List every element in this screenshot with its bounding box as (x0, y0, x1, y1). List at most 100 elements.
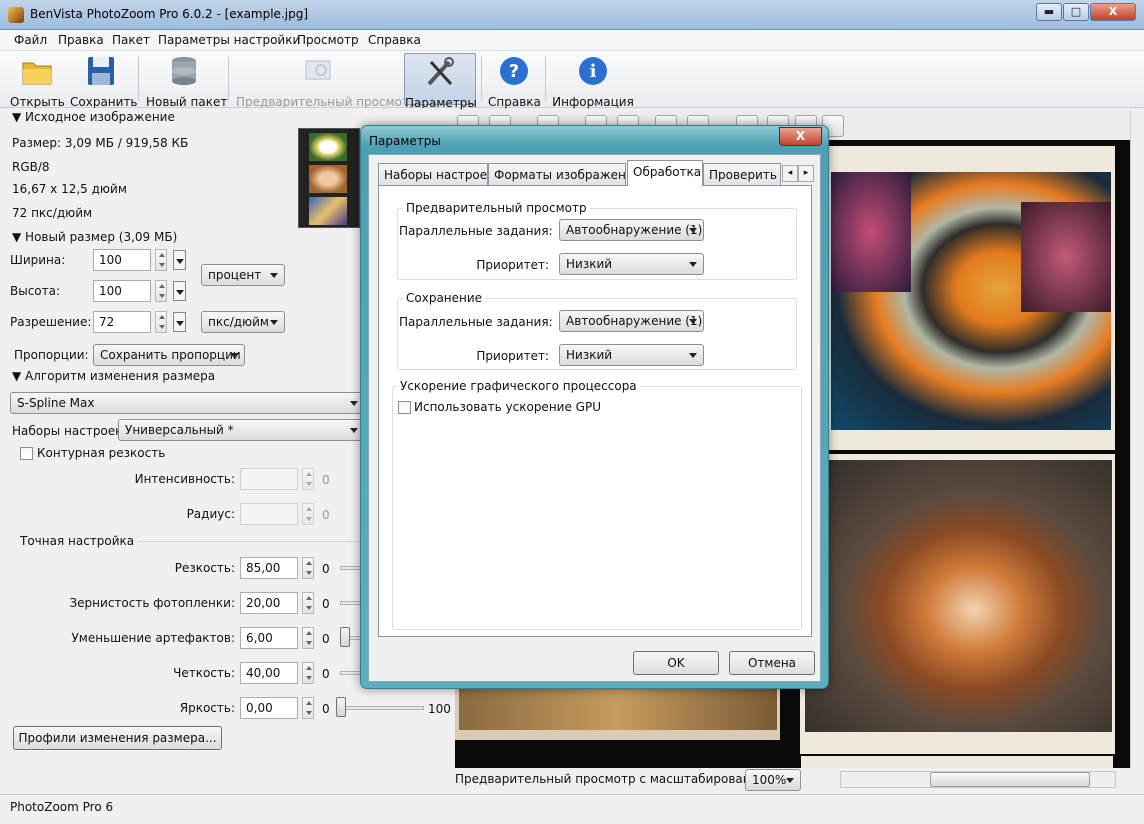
save-group-title: Сохранение (403, 291, 486, 305)
artifact-reduction-input[interactable]: 6,00 (240, 627, 298, 649)
film-grain-min: 0 (322, 597, 330, 611)
artifact-reduction-label: Уменьшение артефактов: (71, 631, 235, 645)
width-spinner[interactable] (155, 249, 167, 271)
unit-select[interactable]: процент (201, 264, 285, 286)
source-image-header[interactable]: ▼ Исходное изображение (12, 110, 175, 124)
photo-frame-bottom (801, 756, 1113, 768)
gpu-checkbox[interactable] (398, 401, 411, 414)
info-button[interactable]: i Информация (552, 53, 634, 109)
menu-view[interactable]: Просмотр (297, 33, 359, 47)
maximize-button[interactable]: □ (1063, 3, 1089, 21)
brightness-slider[interactable] (336, 697, 424, 719)
source-dpi: 72 пкс/дюйм (12, 206, 93, 220)
save-parallel-select[interactable]: Автообнаружение (1) (559, 310, 704, 332)
tab-image-formats[interactable]: Форматы изображений (488, 163, 626, 185)
resolution-dropdown[interactable] (173, 312, 186, 332)
algorithm-header[interactable]: ▼ Алгоритм изменения размера (12, 369, 215, 383)
proportions-select[interactable]: Сохранить пропорции (93, 344, 245, 366)
horizontal-scroll-thumb[interactable] (930, 772, 1090, 787)
menu-file[interactable]: Файл (14, 33, 47, 47)
proportions-label: Пропорции: (14, 348, 89, 362)
presets-select[interactable]: Универсальный * (118, 419, 365, 441)
menu-bar: Файл Правка Пакет Параметры настройки Пр… (0, 30, 1144, 51)
sharpness-label: Резкость: (174, 561, 235, 575)
menu-settings[interactable]: Параметры настройки (158, 33, 300, 47)
zoom-select[interactable]: 100% (745, 769, 801, 791)
floppy-disk-icon (84, 55, 118, 87)
sharpness-spinner[interactable] (302, 557, 314, 579)
dialog-title: Параметры (369, 134, 441, 148)
dialog-close-button[interactable]: X (779, 127, 822, 146)
settings-button[interactable]: Параметры (404, 53, 477, 110)
resolution-spinner[interactable] (155, 311, 167, 333)
new-batch-button[interactable]: Новый пакет (146, 53, 227, 109)
height-dropdown[interactable] (173, 281, 186, 301)
intensity-spinner[interactable] (302, 468, 314, 490)
gpu-label: Использовать ускорение GPU (414, 400, 601, 414)
resolution-unit-select[interactable]: пкс/дюйм (201, 311, 285, 333)
preview-priority-select[interactable]: Низкий (559, 253, 704, 275)
brightness-input[interactable]: 0,00 (240, 697, 298, 719)
artifact-reduction-spinner[interactable] (302, 627, 314, 649)
resolution-label: Разрешение: (10, 315, 92, 329)
gpu-group (392, 386, 802, 630)
dialog-body: Наборы настроек Форматы изображений Обра… (368, 154, 821, 682)
save-priority-select[interactable]: Низкий (559, 344, 704, 366)
brightness-min: 0 (322, 702, 330, 716)
help-button[interactable]: ? Справка (488, 53, 541, 109)
shell-photo (805, 460, 1112, 732)
save-button[interactable]: Сохранить (70, 53, 138, 109)
film-grain-input[interactable]: 20,00 (240, 592, 298, 614)
svg-text:?: ? (509, 61, 519, 82)
resolution-input[interactable]: 72 (93, 311, 151, 333)
preview-button[interactable]: Предварительный просмотр (236, 53, 417, 109)
app-icon (8, 7, 24, 23)
radius-input[interactable] (240, 503, 298, 525)
height-spinner[interactable] (155, 280, 167, 302)
preview-parallel-label: Параллельные задания: (399, 224, 553, 238)
svg-text:i: i (590, 61, 597, 82)
save-parallel-label: Параллельные задания: (399, 315, 553, 329)
gpu-group-title: Ускорение графического процессора (397, 379, 640, 393)
algorithm-select[interactable]: S-Spline Max (10, 392, 365, 414)
clarity-spinner[interactable] (302, 662, 314, 684)
window-title: BenVista PhotoZoom Pro 6.0.2 - [example.… (30, 7, 309, 21)
tiger-photo (459, 688, 777, 730)
clarity-label: Четкость: (173, 666, 235, 680)
artifact-reduction-min: 0 (322, 632, 330, 646)
zoom-label: Предварительный просмотр с масштабирован… (455, 772, 779, 786)
tab-scroll-right-icon[interactable]: ▸ (798, 165, 814, 182)
save-priority-label: Приоритет: (476, 349, 549, 363)
clarity-input[interactable]: 40,00 (240, 662, 298, 684)
menu-help[interactable]: Справка (368, 33, 421, 47)
tab-presets[interactable]: Наборы настроек (378, 163, 488, 185)
ok-button[interactable]: OK (633, 651, 719, 675)
resize-profiles-button[interactable]: Профили изменения размера... (13, 726, 222, 750)
preview-parallel-select[interactable]: Автообнаружение (1) (559, 219, 704, 241)
menu-batch[interactable]: Пакет (112, 33, 150, 47)
new-size-header[interactable]: ▼ Новый размер (3,09 МБ) (12, 230, 177, 244)
radius-min: 0 (322, 508, 330, 522)
unsharp-mask-checkbox[interactable] (20, 447, 33, 460)
open-button[interactable]: Открыть (10, 53, 65, 109)
menu-edit[interactable]: Правка (58, 33, 104, 47)
preview-vertical-scrollbar[interactable] (1130, 111, 1144, 771)
radius-spinner[interactable] (302, 503, 314, 525)
intensity-input[interactable] (240, 468, 298, 490)
sharpness-input[interactable]: 85,00 (240, 557, 298, 579)
width-input[interactable]: 100 (93, 249, 151, 271)
tab-check[interactable]: Проверить на (703, 163, 781, 185)
film-grain-label: Зернистость фотопленки: (69, 596, 235, 610)
height-input[interactable]: 100 (93, 280, 151, 302)
close-button[interactable]: X (1090, 3, 1136, 21)
status-bar: PhotoZoom Pro 6 (0, 794, 1144, 824)
folder-icon (20, 55, 54, 87)
cancel-button[interactable]: Отмена (729, 651, 815, 675)
film-grain-spinner[interactable] (302, 592, 314, 614)
brightness-spinner[interactable] (302, 697, 314, 719)
tab-scroll-left-icon[interactable]: ◂ (782, 165, 798, 182)
tab-processing[interactable]: Обработка (627, 160, 703, 186)
question-mark-icon: ? (497, 55, 531, 87)
minimize-button[interactable]: ▬ (1036, 3, 1062, 21)
width-dropdown[interactable] (173, 250, 186, 270)
